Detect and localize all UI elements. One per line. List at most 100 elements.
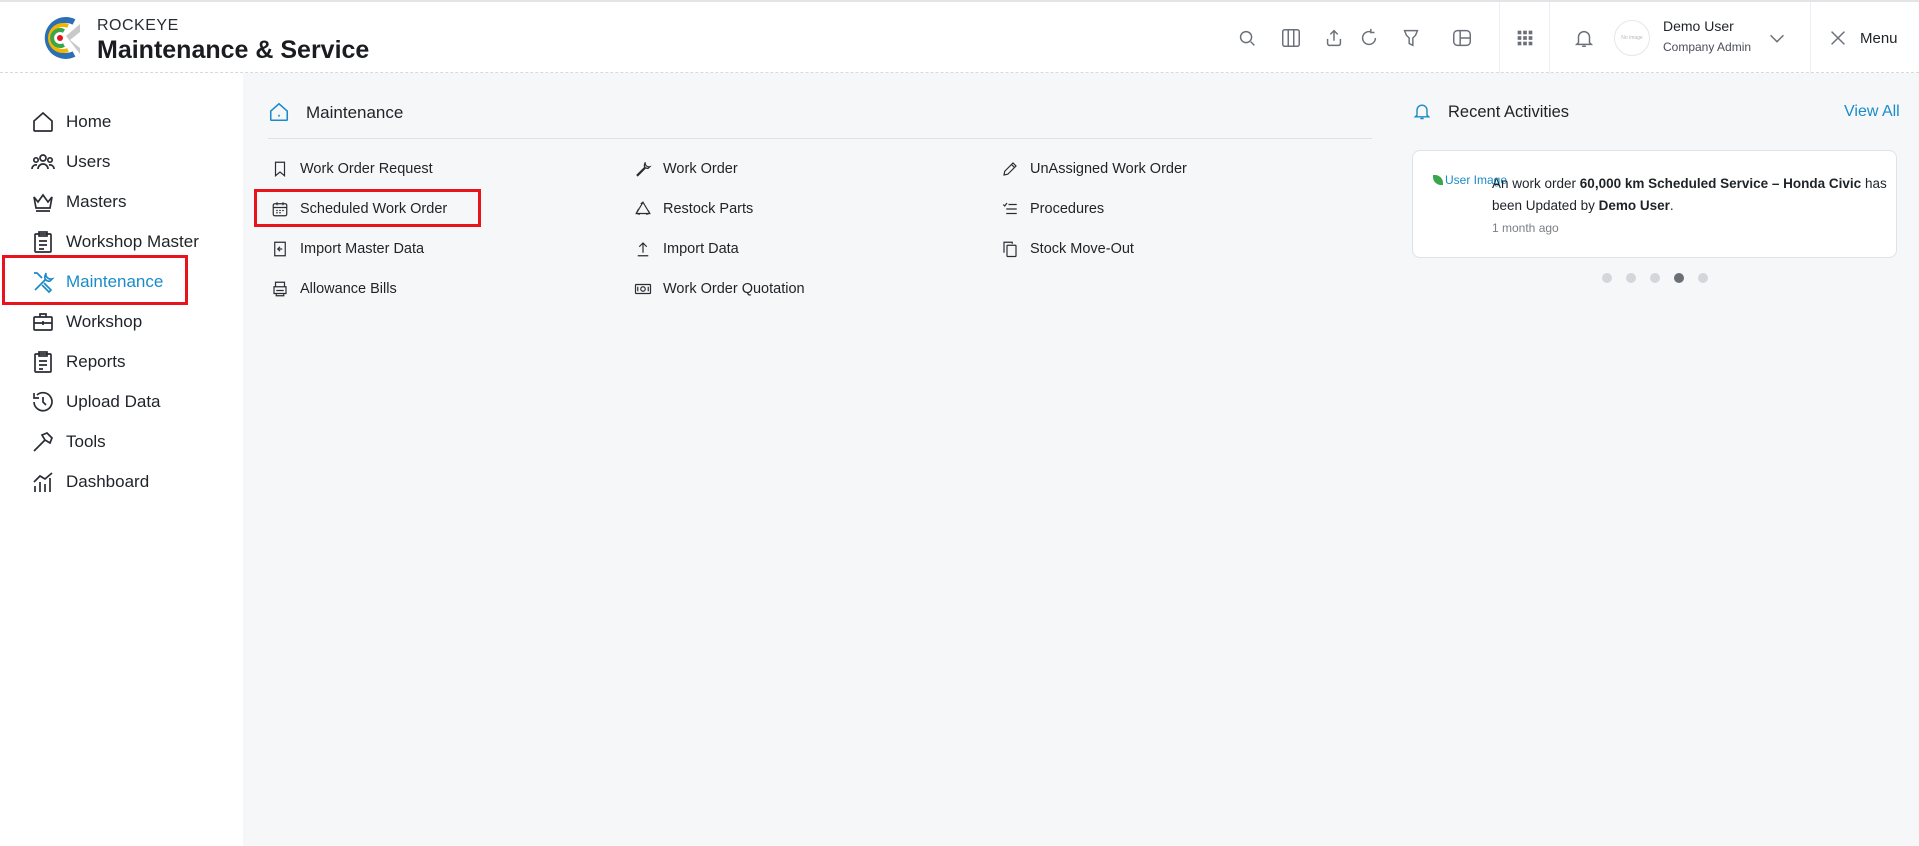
user-role: Company Admin [1663,40,1752,54]
menu-item-label: UnAssigned Work Order [1030,161,1187,177]
menu-item-label: Import Master Data [300,241,425,257]
sidebar-item-users[interactable]: Users [30,147,110,177]
app-title: Maintenance & Service [97,36,370,64]
apps-grid-icon[interactable] [1513,26,1537,50]
header-divider [1499,2,1500,74]
menu-item-procedures[interactable]: Procedures [1000,198,1104,220]
brand-name: ROCKEYE [97,17,179,34]
chart-icon [30,469,56,495]
recycle-icon [633,199,653,219]
menu-item-work-order-quotation[interactable]: Work Order Quotation [633,278,805,300]
menu-item-work-order-request[interactable]: Work Order Request [270,158,433,180]
top-header: ROCKEYE Maintenance & Service No image D… [0,0,1919,74]
menu-item-label: Stock Move-Out [1030,241,1134,257]
sidebar-item-label: Masters [66,192,127,211]
menu-item-label: Import Data [663,241,739,257]
sidebar-item-label: Tools [66,432,106,451]
menu-item-label: Allowance Bills [300,281,397,297]
layout-icon[interactable] [1450,26,1474,50]
home-icon [268,101,292,125]
columns-icon[interactable] [1279,26,1303,50]
menu-item-label: Work Order [663,161,738,177]
menu-button[interactable]: Menu [1860,30,1898,47]
sidebar-item-home[interactable]: Home [30,107,111,137]
search-icon[interactable] [1235,26,1259,50]
menu-item-work-order[interactable]: Work Order [633,158,738,180]
refresh-icon[interactable] [1357,26,1381,50]
menu-item-restock-parts[interactable]: Restock Parts [633,198,753,220]
printer-icon [270,279,290,299]
carousel-dot[interactable] [1650,273,1660,283]
avatar[interactable]: No image [1614,20,1650,56]
menu-item-label: Work Order Quotation [663,281,805,297]
sidebar-item-workshop-master[interactable]: Workshop Master [30,227,199,257]
user-name[interactable]: Demo User [1663,18,1734,34]
crown-icon [30,189,56,215]
sidebar-item-masters[interactable]: Masters [30,187,126,217]
view-all-link[interactable]: View All [1844,103,1900,121]
bookmark-icon [270,159,290,179]
history-icon [30,389,56,415]
menu-item-import-data[interactable]: Import Data [633,238,739,260]
import-icon [270,239,290,259]
activity-text: An work order 60,000 km Scheduled Servic… [1492,173,1892,217]
sidebar-item-label: Home [66,112,112,131]
menu-item-label: Procedures [1030,201,1105,217]
sidebar-item-label: Reports [66,352,126,371]
briefcase-icon [30,309,56,335]
header-divider [1549,2,1550,74]
sidebar-item-reports[interactable]: Reports [30,347,126,377]
activity-user: Demo User [1598,198,1670,213]
upload-arrow-icon [633,239,653,259]
checklist-icon [1000,199,1020,219]
page-title: Maintenance [306,103,404,122]
activity-time: 1 month ago [1492,221,1559,235]
sidebar-item-label: Workshop Master [66,232,199,251]
hammer-icon [30,429,56,455]
activity-card[interactable]: User Image An work order 60,000 km Sched… [1412,150,1897,258]
wrench-icon [633,159,653,179]
sidebar-item-label: Dashboard [66,472,150,491]
recent-activities-title: Recent Activities [1448,103,1570,121]
highlight-box-sidebar [2,255,188,305]
activity-text-prefix: An work order [1492,176,1580,191]
upload-icon[interactable] [1322,26,1346,50]
chevron-down-icon[interactable] [1765,26,1789,50]
users-icon [30,149,56,175]
header-divider [1810,2,1811,74]
menu-item-stock-move-out[interactable]: Stock Move-Out [1000,238,1134,260]
sidebar-item-label: Users [66,152,111,171]
title-divider [268,138,1372,139]
broken-image-icon [1433,175,1443,185]
highlight-box-scheduled-work-order [254,189,481,227]
report-icon [30,349,56,375]
carousel-dot[interactable] [1674,273,1684,283]
sidebar-item-workshop[interactable]: Workshop [30,307,142,337]
bell-icon [1412,101,1436,125]
sidebar-item-upload-data[interactable]: Upload Data [30,387,161,417]
sidebar-item-label: Upload Data [66,392,161,411]
activity-text-end: . [1669,198,1674,213]
home-icon [30,109,56,135]
sidebar-item-label: Workshop [66,312,143,331]
carousel-dot[interactable] [1602,273,1612,283]
bell-icon[interactable] [1572,26,1596,50]
carousel-dot[interactable] [1626,273,1636,283]
money-icon [633,279,653,299]
carousel-dots [1602,273,1722,283]
copy-icon [1000,239,1020,259]
menu-item-label: Restock Parts [663,201,754,217]
menu-item-label: Work Order Request [300,161,433,177]
sidebar-item-tools[interactable]: Tools [30,427,106,457]
filter-icon[interactable] [1399,26,1423,50]
carousel-dot[interactable] [1698,273,1708,283]
sidebar-item-dashboard[interactable]: Dashboard [30,467,149,497]
menu-item-unassigned-work-order[interactable]: UnAssigned Work Order [1000,158,1187,180]
menu-item-import-master-data[interactable]: Import Master Data [270,238,424,260]
pencil-icon [1000,159,1020,179]
menu-item-allowance-bills[interactable]: Allowance Bills [270,278,397,300]
activity-work-order-name: 60,000 km Scheduled Service – Honda Civi… [1579,176,1862,191]
clipboard-icon [30,229,56,255]
rockeye-logo[interactable] [38,16,84,60]
close-icon[interactable] [1826,26,1850,50]
